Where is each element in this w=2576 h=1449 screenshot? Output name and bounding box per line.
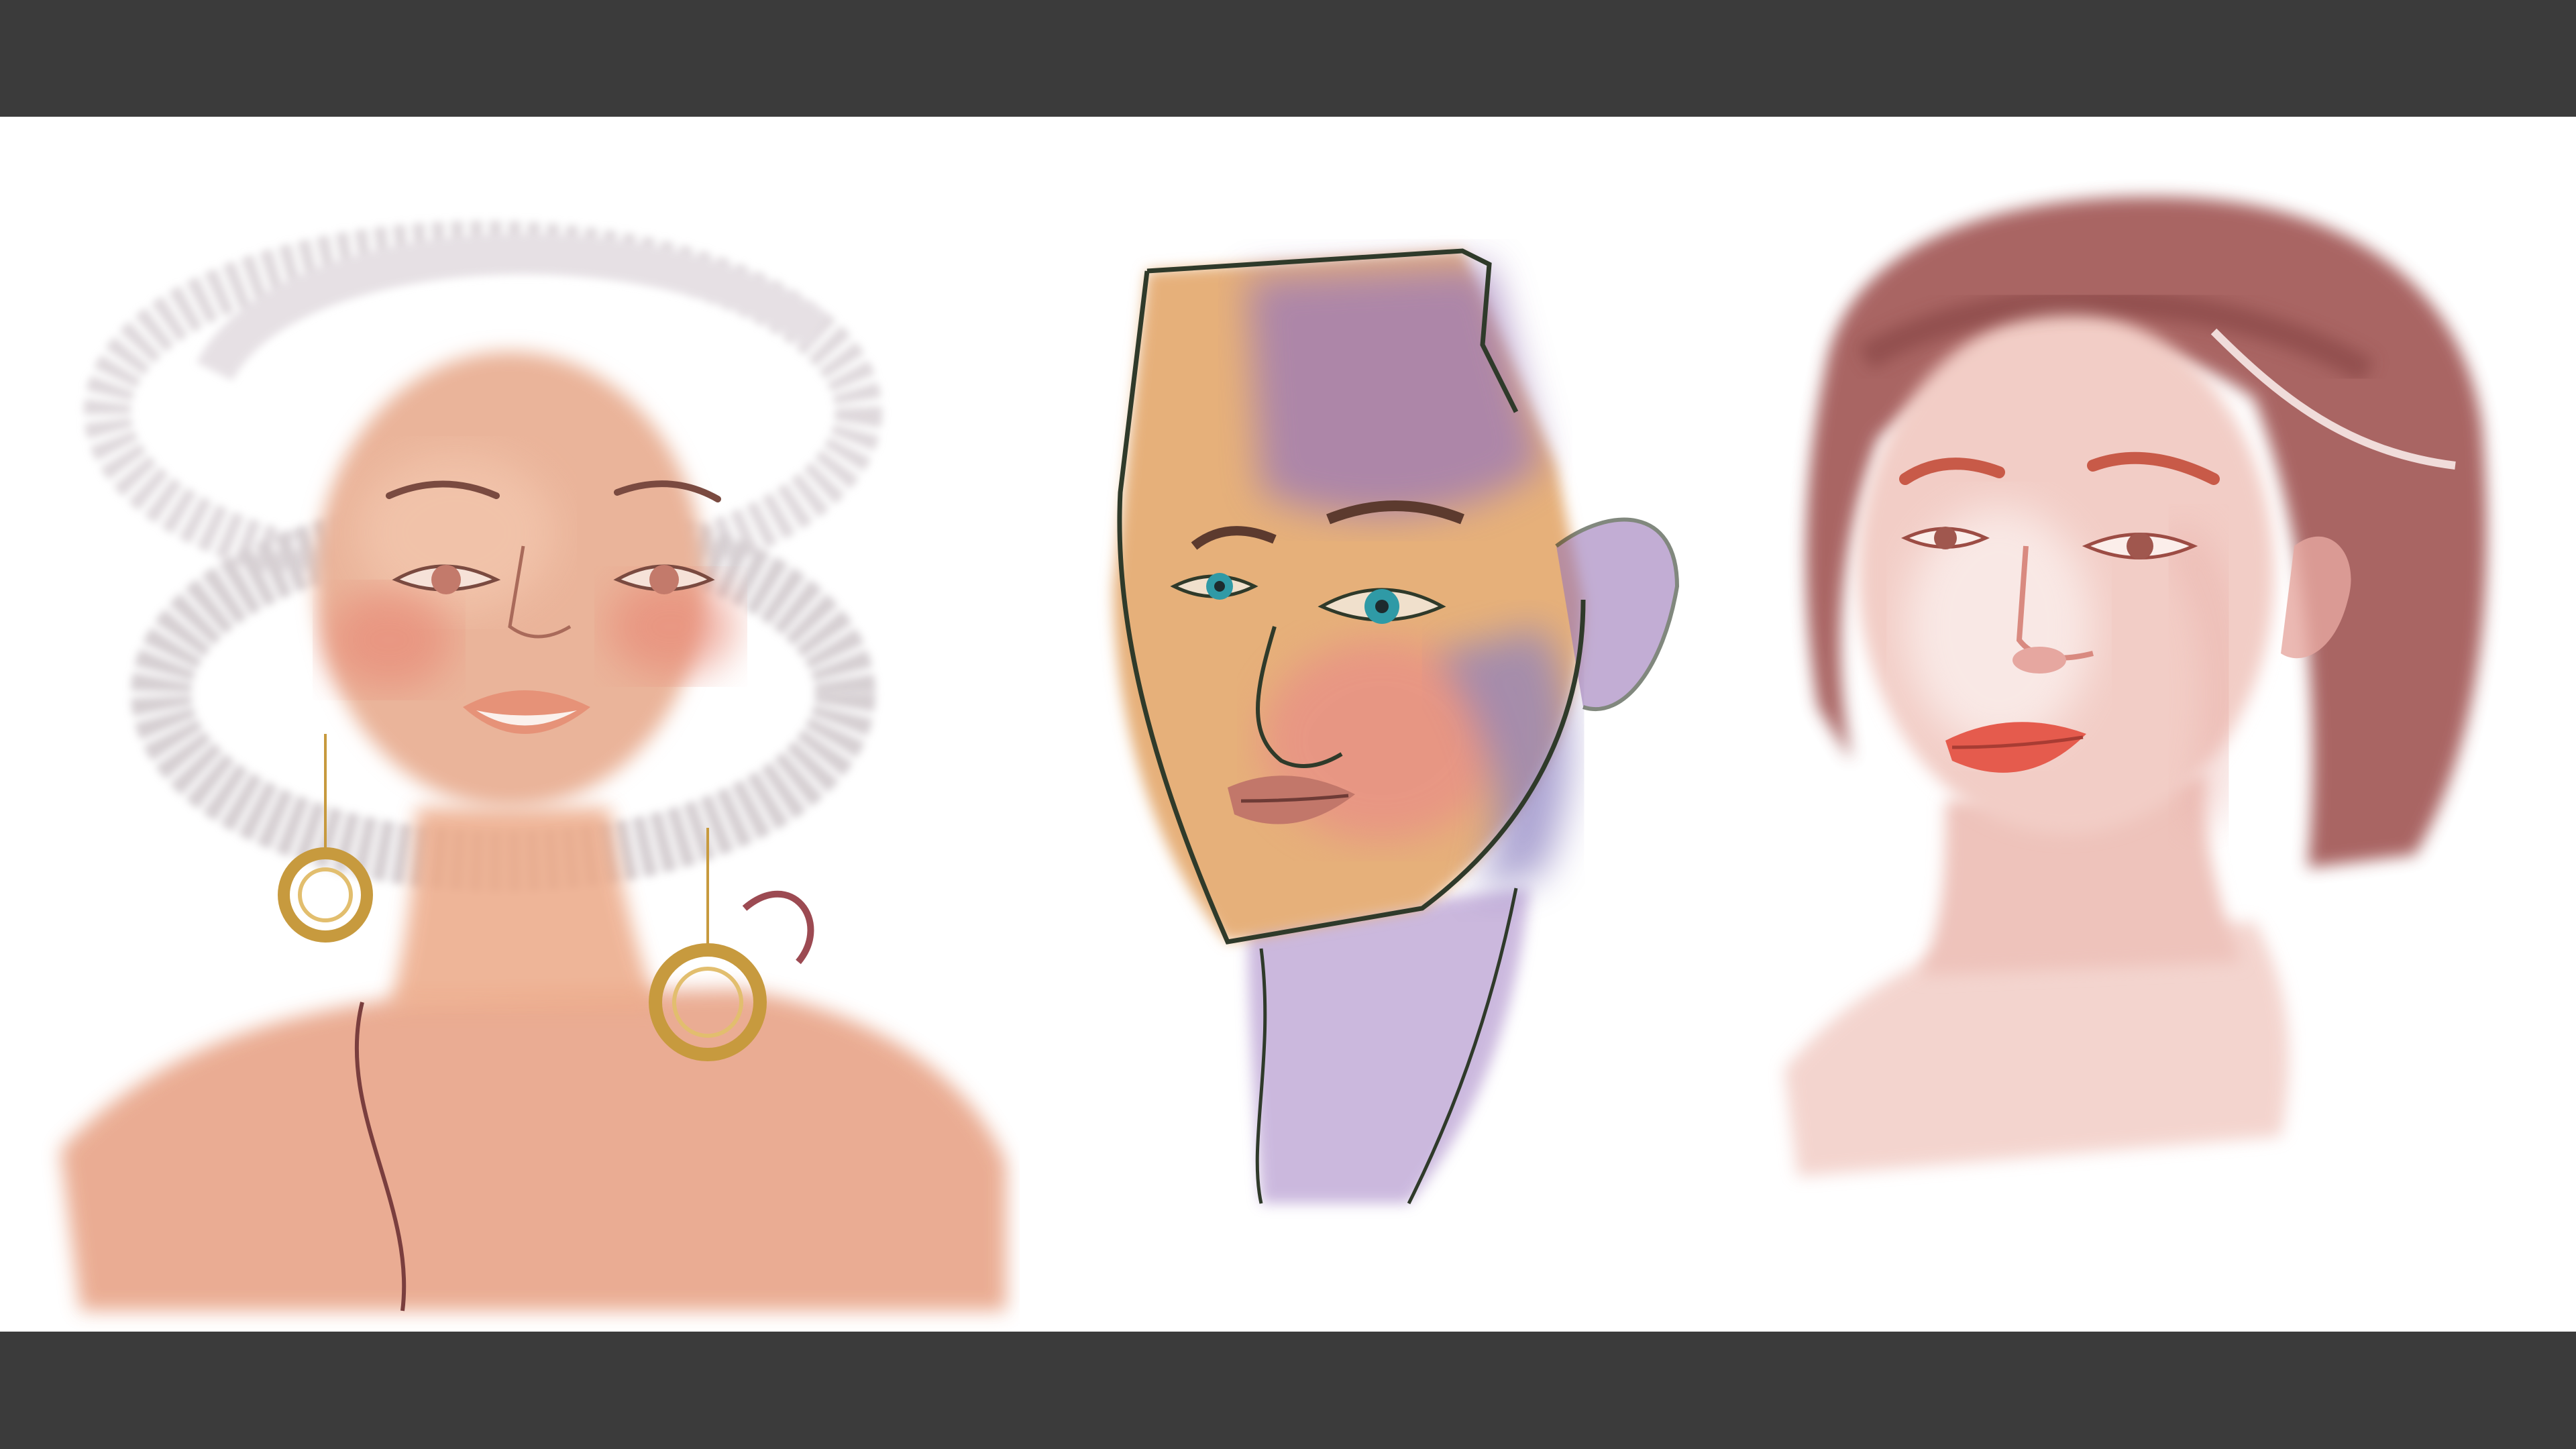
shoulders xyxy=(60,989,1006,1311)
drawing-canvas xyxy=(0,117,2576,1332)
portrait-woman-hoop-earrings xyxy=(40,117,1020,1332)
portrait-woman-short-bob xyxy=(1744,117,2536,1332)
portrait-pastel-sketch-face xyxy=(1006,117,1744,1332)
letterbox-top xyxy=(0,0,2576,117)
neck xyxy=(389,808,657,1009)
neck xyxy=(1248,888,1529,1203)
letterbox-bottom xyxy=(0,1332,2576,1449)
cheek-left xyxy=(325,590,453,690)
